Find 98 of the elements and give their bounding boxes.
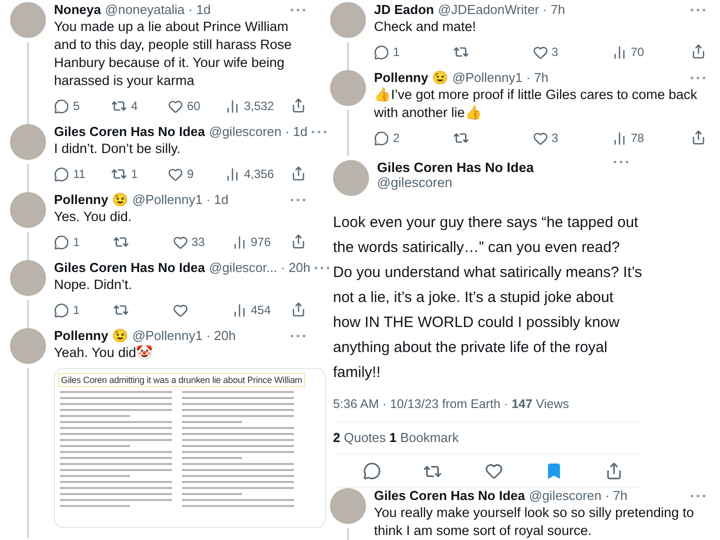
avatar[interactable] [330, 2, 366, 38]
tweet-text: You made up a lie about Prince William and to this day, people still harass Rose Hanbury because of it. Your wife being harassed is your karma [54, 18, 293, 90]
author-handle[interactable]: @JDEadonWriter · 7h [438, 2, 566, 17]
like-icon [168, 98, 183, 114]
author-name[interactable]: Pollenny [374, 70, 428, 85]
reply-icon [54, 302, 69, 318]
more-icon[interactable] [690, 494, 706, 498]
engagement-counts[interactable]: 2 Quotes 1 Bookmark [333, 430, 459, 445]
like-icon [532, 44, 548, 60]
author-handle[interactable]: @Pollenny1 · 1d [132, 192, 228, 207]
like-button[interactable]: 60 [168, 98, 208, 114]
reply-button[interactable]: 5 [54, 98, 94, 114]
tweet-text: 👍I’ve got more proof if little Giles cares to come back with another lie👍 [374, 86, 698, 122]
emoji: 😉 [112, 328, 128, 343]
like-button[interactable]: 9 [168, 166, 208, 182]
author-handle[interactable]: @gilescoren · 1d [209, 124, 308, 139]
author-name[interactable]: Giles Coren Has No Idea [377, 160, 534, 175]
reply-button[interactable]: 1 [54, 234, 94, 250]
share-icon[interactable] [290, 98, 306, 113]
reply-icon[interactable] [363, 462, 381, 480]
share-icon[interactable] [691, 130, 706, 145]
like-button[interactable]: 33 [172, 234, 212, 250]
more-icon[interactable] [314, 266, 330, 270]
more-icon[interactable] [290, 198, 306, 202]
share-icon[interactable] [291, 234, 306, 249]
views-icon [612, 130, 627, 146]
document-image[interactable]: Giles Coren admitting it was a drunken lie about Prince William [54, 368, 326, 528]
document-heading: Giles Coren admitting it was a drunken lie about Prince William [58, 373, 306, 387]
more-icon[interactable] [290, 334, 306, 338]
avatar[interactable] [10, 124, 46, 160]
like-icon [168, 166, 183, 182]
views-icon [224, 98, 240, 114]
reply-icon [54, 98, 69, 114]
avatar[interactable] [10, 2, 46, 38]
views-icon [232, 234, 247, 250]
views-button[interactable]: 78 [612, 130, 652, 146]
tweet-text: Nope. Didn’t. [54, 276, 134, 294]
author-handle[interactable]: @gilescoren [377, 175, 534, 190]
author-handle[interactable]: @gilescor... · 20h [209, 260, 310, 275]
tweet-text: Check and mate! [374, 18, 478, 36]
like-icon[interactable] [484, 462, 502, 480]
like-icon [172, 234, 188, 250]
avatar[interactable] [10, 192, 46, 228]
author-name[interactable]: Pollenny [54, 192, 108, 207]
share-icon[interactable] [691, 44, 706, 59]
views-icon [612, 44, 627, 60]
views-button[interactable]: 454 [232, 302, 272, 318]
emoji: 😉 [112, 192, 128, 207]
author-handle[interactable]: @gilescoren · 7h [529, 488, 628, 503]
like-button[interactable]: 3 [532, 44, 572, 60]
reply-icon [54, 234, 69, 250]
tweet-text: Yes. You did. [54, 208, 133, 226]
share-icon[interactable] [290, 166, 306, 181]
tweet-text: I didn’t. Don’t be silly. [54, 140, 182, 158]
reply-button[interactable]: 1 [54, 302, 94, 318]
avatar[interactable] [330, 488, 366, 524]
author-handle[interactable]: @Pollenny1 · 7h [452, 70, 548, 85]
reply-button[interactable]: 1 [374, 44, 414, 60]
author-name[interactable]: Giles Coren Has No Idea [374, 488, 525, 503]
tweet-meta: 5:36 AM · 10/13/23 from Earth · 147 Views [333, 397, 570, 411]
author-name[interactable]: Noneya [54, 2, 101, 17]
views-button[interactable]: 70 [612, 44, 652, 60]
more-icon[interactable] [690, 76, 706, 80]
more-icon[interactable] [613, 160, 629, 164]
avatar[interactable] [330, 70, 366, 106]
repost-button[interactable]: 1 [110, 166, 151, 182]
reply-button[interactable]: 11 [54, 166, 94, 182]
more-icon[interactable] [311, 130, 328, 134]
views-button[interactable]: 976 [232, 234, 272, 250]
author-handle[interactable]: @noneyatalia · 1d [104, 2, 211, 17]
more-icon[interactable] [290, 8, 306, 12]
reply-button[interactable]: 2 [374, 130, 414, 146]
repost-button[interactable]: 4 [110, 98, 151, 114]
reply-icon [374, 44, 389, 60]
views-button[interactable]: 3,532 [224, 98, 274, 114]
avatar[interactable] [10, 260, 46, 296]
emoji: 😉 [432, 70, 448, 85]
author-name[interactable]: JD Eadon [374, 2, 434, 17]
author-name[interactable]: Pollenny [54, 328, 108, 343]
views-icon [224, 166, 240, 182]
like-button[interactable]: 3 [532, 130, 572, 146]
avatar[interactable] [10, 328, 46, 364]
views-icon [232, 302, 247, 318]
reply-icon [54, 166, 69, 182]
reply-icon [374, 130, 389, 146]
author-name[interactable]: Giles Coren Has No Idea [54, 124, 205, 139]
avatar[interactable] [333, 160, 369, 196]
share-icon[interactable] [605, 462, 623, 480]
share-icon[interactable] [291, 302, 306, 317]
tweet-text: Yeah. You did🤡 [54, 344, 154, 362]
author-handle[interactable]: @Pollenny1 · 20h [132, 328, 236, 343]
tweet-text: You really make yourself look so so silly pretending to think I am some sort of royal source. [374, 504, 695, 540]
views-button[interactable]: 4,356 [224, 166, 274, 182]
like-icon [532, 130, 548, 146]
more-icon[interactable] [690, 8, 706, 12]
like-icon [172, 302, 188, 318]
author-name[interactable]: Giles Coren Has No Idea [54, 260, 205, 275]
tweet-text: Look even your guy there says “he tapped out the words satirically…” can you even read? Do you understand what satirically means? It’s not a lie, it’s a joke. It’s a stupid joke about how IN THE WORLD could I possibly know anything about the private life of the royal family!! [333, 213, 643, 383]
